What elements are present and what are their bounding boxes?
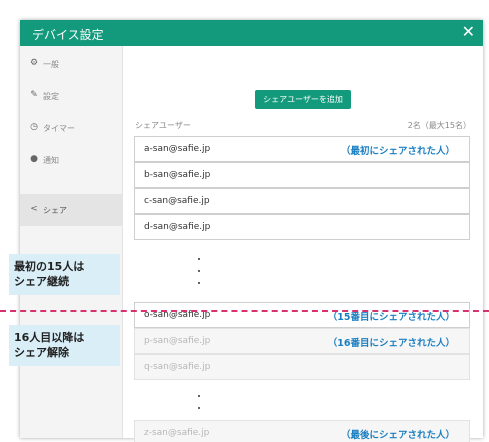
ellipsis-dot xyxy=(198,282,200,284)
callout-line: 16人目以降は xyxy=(14,331,85,344)
sidebar-item-settings[interactable]: ✎ 設定 xyxy=(20,80,123,112)
ellipsis-dot xyxy=(198,270,200,272)
dialog-title: デバイス設定 xyxy=(32,28,104,42)
gear-icon: ⚙ xyxy=(29,58,39,68)
callout-share-removed: 16人目以降は シェア解除 xyxy=(9,325,120,366)
callout-line: シェア継続 xyxy=(14,275,69,288)
dialog-titlebar: デバイス設定 ✕ xyxy=(20,20,483,46)
share-order-note: （16番目にシェアされた人） xyxy=(327,338,455,349)
share-user-row-removed[interactable]: z-san@safie.jp （最後にシェアされた人） xyxy=(134,420,470,442)
sidebar-item-label: 一般 xyxy=(43,60,59,69)
share-user-row[interactable]: o-san@safie.jp （15番目にシェアされた人） xyxy=(134,302,470,328)
user-email: d-san@safie.jp xyxy=(144,222,211,232)
share-user-row[interactable]: d-san@safie.jp xyxy=(134,214,470,240)
close-icon[interactable]: ✕ xyxy=(462,23,475,41)
user-email: p-san@safie.jp xyxy=(144,336,211,346)
ellipsis-dot xyxy=(198,407,200,409)
share-user-row[interactable]: a-san@safie.jp （最初にシェアされた人） xyxy=(134,136,470,162)
sidebar-item-label: 通知 xyxy=(43,156,59,165)
sidebar-item-notification[interactable]: ● 通知 xyxy=(20,144,123,176)
sidebar-item-label: 設定 xyxy=(43,92,59,101)
user-email: b-san@safie.jp xyxy=(144,170,211,180)
share-order-note: （最後にシェアされた人） xyxy=(340,430,455,441)
sidebar-item-label: シェア xyxy=(43,206,67,215)
callout-line: 最初の15人は xyxy=(14,260,85,273)
share-user-row[interactable]: c-san@safie.jp xyxy=(134,188,470,214)
ellipsis-dot xyxy=(198,395,200,397)
share-user-list-title: シェアユーザー xyxy=(135,121,191,130)
wrench-icon: ✎ xyxy=(30,90,38,100)
share-user-row-removed[interactable]: q-san@safie.jp xyxy=(134,354,470,380)
settings-sidebar: ⚙ 一般 ✎ 設定 ◷ タイマー ● 通知 < シェア xyxy=(20,46,123,438)
add-share-user-button[interactable]: シェアユーザーを追加 xyxy=(255,90,351,109)
share-user-row[interactable]: b-san@safie.jp xyxy=(134,162,470,188)
callout-keep-sharing: 最初の15人は シェア継続 xyxy=(9,254,120,295)
share-user-row-removed[interactable]: p-san@safie.jp （16番目にシェアされた人） xyxy=(134,328,470,354)
sidebar-item-share[interactable]: < シェア xyxy=(20,194,123,226)
user-email: q-san@safie.jp xyxy=(144,362,211,372)
bell-icon: ● xyxy=(30,154,38,164)
share-order-note: （最初にシェアされた人） xyxy=(340,146,455,157)
ellipsis-dot xyxy=(198,258,200,260)
share-panel: シェアユーザーを追加 シェアユーザー 2名（最大15名） a-san@safie… xyxy=(123,46,483,442)
share-icon: < xyxy=(30,204,38,214)
device-settings-dialog: デバイス設定 ✕ ⚙ 一般 ✎ 設定 ◷ タイマー ● 通知 < シェア シェア… xyxy=(20,20,483,442)
user-email: c-san@safie.jp xyxy=(144,196,210,206)
user-email: z-san@safie.jp xyxy=(144,428,210,438)
sidebar-item-timer[interactable]: ◷ タイマー xyxy=(20,112,123,144)
share-user-count: 2名（最大15名） xyxy=(407,121,471,130)
callout-line: シェア解除 xyxy=(14,346,69,359)
sidebar-item-label: タイマー xyxy=(43,124,75,133)
cutoff-line xyxy=(0,310,489,312)
user-email: a-san@safie.jp xyxy=(144,144,211,154)
sidebar-item-general[interactable]: ⚙ 一般 xyxy=(20,48,123,80)
clock-icon: ◷ xyxy=(30,122,38,132)
